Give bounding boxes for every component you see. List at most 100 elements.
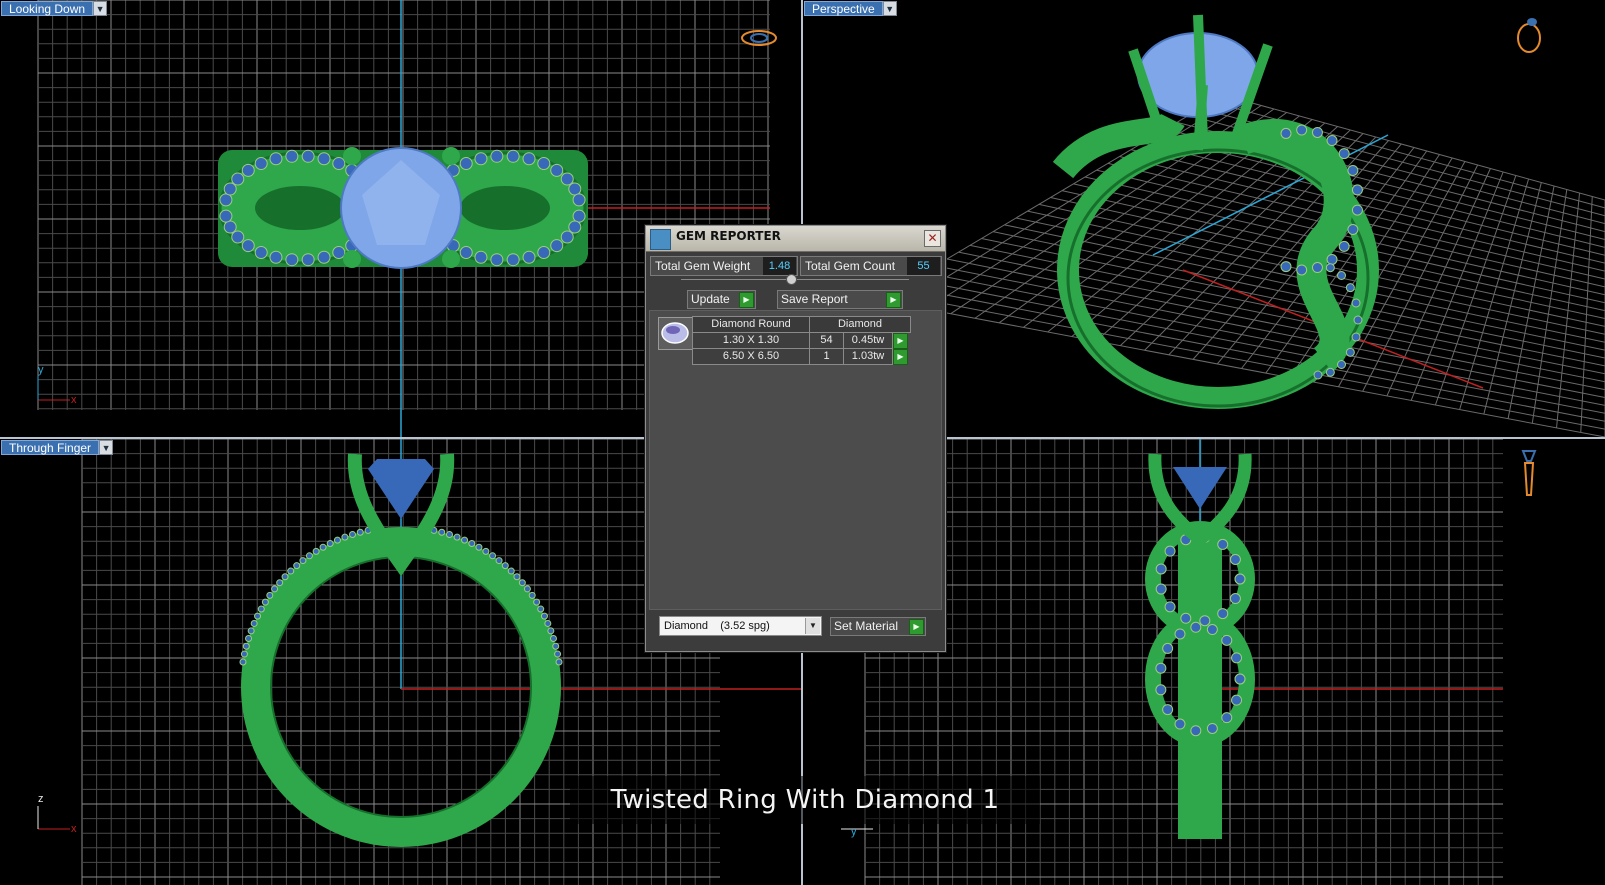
accent-diamond bbox=[540, 612, 548, 620]
chevron-down-icon[interactable]: ▼ bbox=[805, 618, 820, 634]
accent-diamond bbox=[1351, 298, 1361, 308]
accent-diamond bbox=[459, 246, 473, 260]
accent-diamond bbox=[356, 528, 364, 536]
accent-diamond bbox=[223, 220, 237, 234]
accent-diamond bbox=[554, 650, 562, 658]
gem-reporter-icon bbox=[650, 229, 671, 250]
accent-diamond bbox=[219, 209, 233, 223]
material-dropdown[interactable]: Diamond (3.52 spg) ▼ bbox=[659, 616, 822, 636]
accent-diamond bbox=[281, 573, 289, 581]
total-gem-weight-label: Total Gem Weight bbox=[655, 259, 751, 273]
chevron-down-icon[interactable]: ▼ bbox=[882, 1, 897, 16]
accent-diamond bbox=[242, 642, 250, 650]
accent-diamond bbox=[1296, 264, 1308, 276]
axis-x-label: x bbox=[71, 823, 77, 835]
accent-diamond bbox=[550, 239, 564, 253]
accent-diamond bbox=[1162, 642, 1174, 654]
dialog-title: GEM REPORTER bbox=[676, 229, 781, 243]
accent-diamond bbox=[1217, 538, 1229, 550]
accent-diamond bbox=[537, 246, 551, 260]
accent-diamond bbox=[552, 642, 560, 650]
accent-diamond bbox=[254, 246, 268, 260]
accent-diamond bbox=[544, 619, 552, 627]
accent-diamond bbox=[1351, 184, 1363, 196]
accent-diamond bbox=[1180, 612, 1192, 624]
accent-diamond bbox=[326, 540, 334, 548]
center-diamond bbox=[368, 459, 434, 519]
accent-diamond bbox=[533, 598, 541, 606]
accent-diamond bbox=[1311, 262, 1323, 274]
play-icon: ▶ bbox=[886, 292, 901, 308]
accent-diamond bbox=[523, 585, 531, 593]
accent-diamond bbox=[276, 579, 284, 587]
view-orientation-icon[interactable] bbox=[1521, 450, 1537, 496]
accent-diamond bbox=[293, 562, 301, 570]
accent-diamond bbox=[341, 533, 349, 541]
accent-diamond bbox=[269, 250, 283, 264]
accent-diamond bbox=[572, 193, 586, 207]
accent-diamond bbox=[1325, 263, 1335, 273]
accent-diamond bbox=[241, 163, 255, 177]
accent-diamond bbox=[1234, 573, 1246, 585]
view-name: Perspective bbox=[804, 1, 883, 16]
view-selector[interactable]: Looking Down ▼ bbox=[1, 1, 108, 16]
accent-diamond bbox=[1206, 722, 1218, 734]
accent-diamond bbox=[219, 193, 233, 207]
gem-list[interactable]: Diamond Round Diamond 1.30 X 1.30 54 0.4… bbox=[649, 310, 942, 610]
gem-row-count: 1 bbox=[809, 348, 844, 365]
accent-diamond bbox=[319, 543, 327, 551]
accent-diamond bbox=[445, 531, 453, 539]
accent-diamond bbox=[501, 562, 509, 570]
accent-diamond bbox=[254, 612, 262, 620]
gem-row-weight: 0.45tw bbox=[843, 332, 893, 349]
accent-diamond bbox=[475, 543, 483, 551]
accent-diamond bbox=[468, 540, 476, 548]
chevron-down-icon[interactable]: ▼ bbox=[99, 440, 114, 455]
accent-diamond bbox=[245, 635, 253, 643]
accent-diamond bbox=[1326, 135, 1338, 147]
column-header-material: Diamond bbox=[809, 316, 911, 333]
update-button[interactable]: Update ▶ bbox=[687, 290, 756, 309]
accent-diamond bbox=[1311, 126, 1323, 138]
close-button[interactable]: ✕ bbox=[924, 230, 941, 247]
accent-diamond bbox=[1155, 662, 1167, 674]
accent-diamond bbox=[506, 149, 520, 163]
accent-diamond bbox=[1234, 673, 1246, 685]
accent-diamond bbox=[285, 149, 299, 163]
accent-diamond bbox=[560, 172, 574, 186]
save-report-button[interactable]: Save Report ▶ bbox=[777, 290, 903, 309]
set-material-button[interactable]: Set Material ▶ bbox=[830, 617, 926, 636]
accent-diamond bbox=[1164, 545, 1176, 557]
accent-diamond bbox=[1296, 124, 1308, 136]
accent-diamond bbox=[474, 250, 488, 264]
view-selector[interactable]: Through Finger ▼ bbox=[1, 440, 114, 455]
accent-diamond bbox=[438, 528, 446, 536]
accent-diamond bbox=[333, 536, 341, 544]
axis-y-label: y bbox=[38, 364, 44, 376]
dialog-title-bar[interactable]: GEM REPORTER ✕ bbox=[646, 226, 945, 252]
select-row-button[interactable]: ▶ bbox=[893, 349, 908, 365]
view-name: Looking Down bbox=[1, 1, 94, 16]
gem-reporter-dialog[interactable]: GEM REPORTER ✕ Total Gem Weight 1.48 Tot… bbox=[645, 225, 946, 652]
splitter-handle[interactable] bbox=[786, 274, 797, 285]
accent-diamond bbox=[241, 239, 255, 253]
ring-top-view bbox=[218, 147, 588, 269]
view-orientation-icon[interactable] bbox=[1517, 18, 1541, 53]
accent-diamond bbox=[1174, 628, 1186, 640]
accent-diamond bbox=[1217, 608, 1229, 620]
accent-diamond bbox=[474, 152, 488, 166]
chevron-down-icon[interactable]: ▼ bbox=[93, 1, 108, 16]
accent-diamond bbox=[1347, 165, 1359, 177]
accent-diamond bbox=[453, 533, 461, 541]
accent-diamond bbox=[1313, 370, 1323, 380]
view-selector[interactable]: Perspective ▼ bbox=[804, 1, 897, 16]
gem-row-count: 54 bbox=[809, 332, 844, 349]
view-orientation-icon[interactable] bbox=[741, 30, 777, 46]
grid-line bbox=[1531, 189, 1568, 424]
select-row-button[interactable]: ▶ bbox=[893, 333, 908, 349]
total-gem-weight-field: Total Gem Weight 1.48 bbox=[650, 256, 798, 276]
accent-diamond bbox=[537, 156, 551, 170]
accent-diamond bbox=[1345, 283, 1355, 293]
play-icon: ▶ bbox=[739, 292, 754, 308]
grid-line bbox=[1580, 196, 1593, 433]
